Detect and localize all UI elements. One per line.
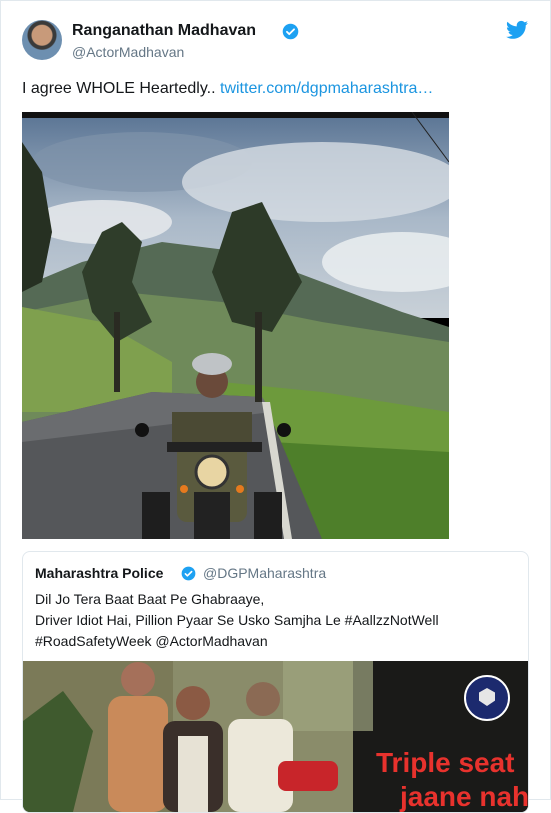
quoted-tweet[interactable]: Maharashtra Police @DGPMaharashtra Dil J… xyxy=(22,551,529,813)
quoted-author-name[interactable]: Maharashtra Police xyxy=(35,565,163,581)
twitter-bird-icon[interactable] xyxy=(506,20,528,40)
author-name[interactable]: Ranganathan Madhavan xyxy=(72,22,256,40)
motorcycle-rider-photo xyxy=(22,112,449,539)
poster-text-line1: Triple seat xyxy=(376,747,515,778)
tweet-media-image[interactable] xyxy=(22,112,449,539)
quoted-line: #RoadSafetyWeek @ActorMadhavan xyxy=(35,633,268,649)
quoted-author-handle[interactable]: @DGPMaharashtra xyxy=(203,565,326,581)
quoted-media-image[interactable]: Triple seat jaane nahi xyxy=(23,661,528,812)
tweet-link[interactable]: twitter.com/dgpmaharashtra… xyxy=(220,80,433,97)
tweet-body: I agree WHOLE Heartedly.. xyxy=(22,80,220,97)
author-handle[interactable]: @ActorMadhavan xyxy=(72,44,184,60)
tweet-text: I agree WHOLE Heartedly.. twitter.com/dg… xyxy=(22,80,433,98)
quoted-line: Driver Idiot Hai, Pillion Pyaar Se Usko … xyxy=(35,612,439,628)
verified-badge-icon xyxy=(181,566,196,581)
quoted-tweet-text: Dil Jo Tera Baat Baat Pe Ghabraaye, Driv… xyxy=(35,589,439,652)
quoted-line: Dil Jo Tera Baat Baat Pe Ghabraaye, xyxy=(35,591,265,607)
verified-badge-icon xyxy=(282,23,299,40)
police-logo xyxy=(464,675,510,721)
poster-text-line2: jaane nahi xyxy=(400,781,528,812)
avatar[interactable] xyxy=(22,20,62,60)
